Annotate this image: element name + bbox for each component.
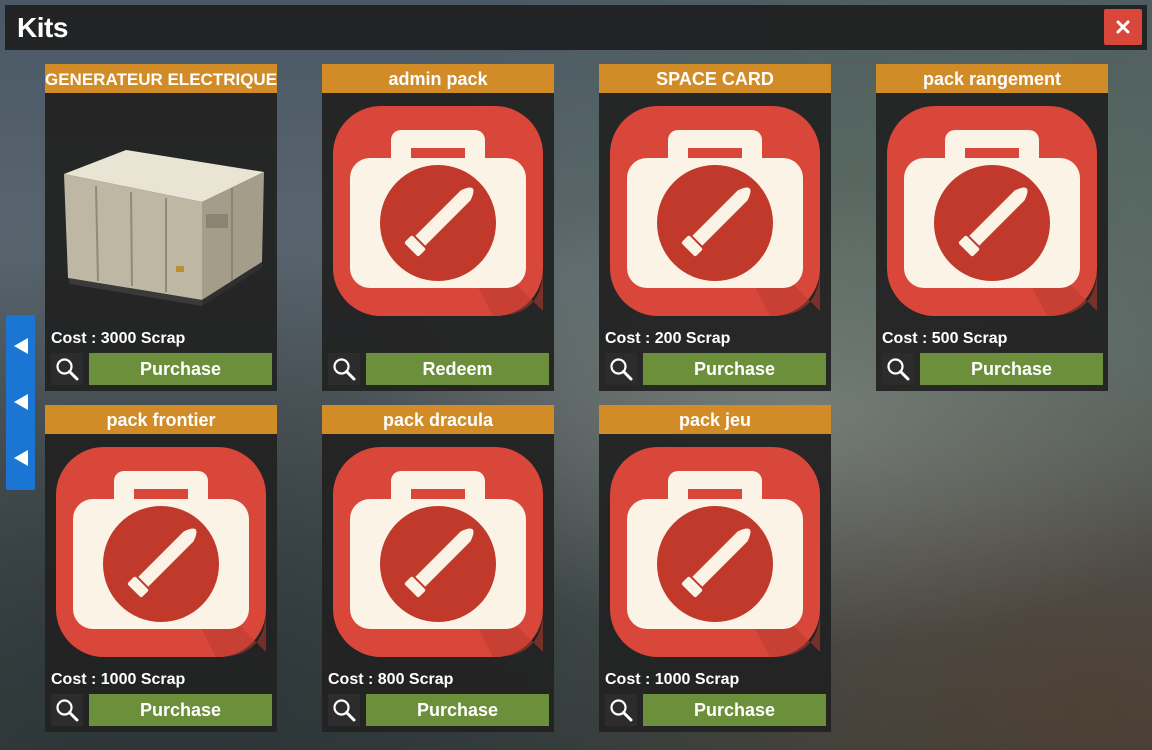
magnifier-icon [332,698,356,722]
magnifier-icon [55,698,79,722]
kit-name: GENERATEUR ELECTRIQUE [45,64,277,93]
kit-cost: Cost : 1000 Scrap [51,671,186,688]
magnifier-icon [332,357,356,381]
purchase-button[interactable]: Purchase [643,694,826,726]
kit-cost: Cost : 1000 Scrap [605,671,740,688]
kit-cost: Cost : 500 Scrap [882,330,1008,347]
inspect-button[interactable] [51,353,83,385]
kit-card-pack-frontier: pack frontier Cost : 1000 Scrap Purchase [45,405,277,732]
arrow-left-icon[interactable] [13,449,29,467]
kit-bullet-icon [610,447,820,657]
kit-bullet-icon [610,106,820,316]
kit-bullet-icon [333,106,543,316]
kit-name: admin pack [322,64,554,93]
kit-card-pack-dracula: pack dracula Cost : 800 Scrap Purchase [322,405,554,732]
kit-card-admin-pack: admin pack Redeem [322,64,554,391]
inspect-button[interactable] [51,694,83,726]
purchase-button[interactable]: Purchase [643,353,826,385]
generator-crate-image [64,150,264,306]
inspect-button[interactable] [605,353,637,385]
kit-bullet-icon [887,106,1097,316]
kit-card-generateur-electrique: GENERATEUR ELECTRIQUE Cost : 3000 Scrap … [45,64,277,391]
close-icon [1116,20,1130,34]
kit-bullet-icon [56,447,266,657]
inspect-button[interactable] [328,694,360,726]
close-button[interactable] [1104,9,1142,45]
category-side-nav [6,315,35,490]
magnifier-icon [55,357,79,381]
arrow-left-icon[interactable] [13,393,29,411]
purchase-button[interactable]: Purchase [920,353,1103,385]
kit-cost: Cost : 800 Scrap [328,671,454,688]
kit-card-space-card: SPACE CARD Cost : 200 Scrap Purchase [599,64,831,391]
kit-name: pack jeu [599,405,831,434]
inspect-button[interactable] [328,353,360,385]
kit-cost: Cost : 200 Scrap [605,330,731,347]
kit-card-pack-rangement: pack rangement Cost : 500 Scrap Purchase [876,64,1108,391]
magnifier-icon [609,698,633,722]
arrow-left-icon[interactable] [13,337,29,355]
purchase-button[interactable]: Purchase [366,694,549,726]
window-title: Kits [17,12,68,43]
kit-name: pack rangement [876,64,1108,93]
window-titlebar: Kits [5,5,1147,50]
inspect-button[interactable] [882,353,914,385]
purchase-button[interactable]: Purchase [89,694,272,726]
kit-cost: Cost : 3000 Scrap [51,330,186,347]
inspect-button[interactable] [605,694,637,726]
kit-bullet-icon [333,447,543,657]
kit-name: pack frontier [45,405,277,434]
magnifier-icon [886,357,910,381]
redeem-button[interactable]: Redeem [366,353,549,385]
kit-name: pack dracula [322,405,554,434]
kit-card-pack-jeu: pack jeu Cost : 1000 Scrap Purchase [599,405,831,732]
kit-name: SPACE CARD [599,64,831,93]
magnifier-icon [609,357,633,381]
purchase-button[interactable]: Purchase [89,353,272,385]
